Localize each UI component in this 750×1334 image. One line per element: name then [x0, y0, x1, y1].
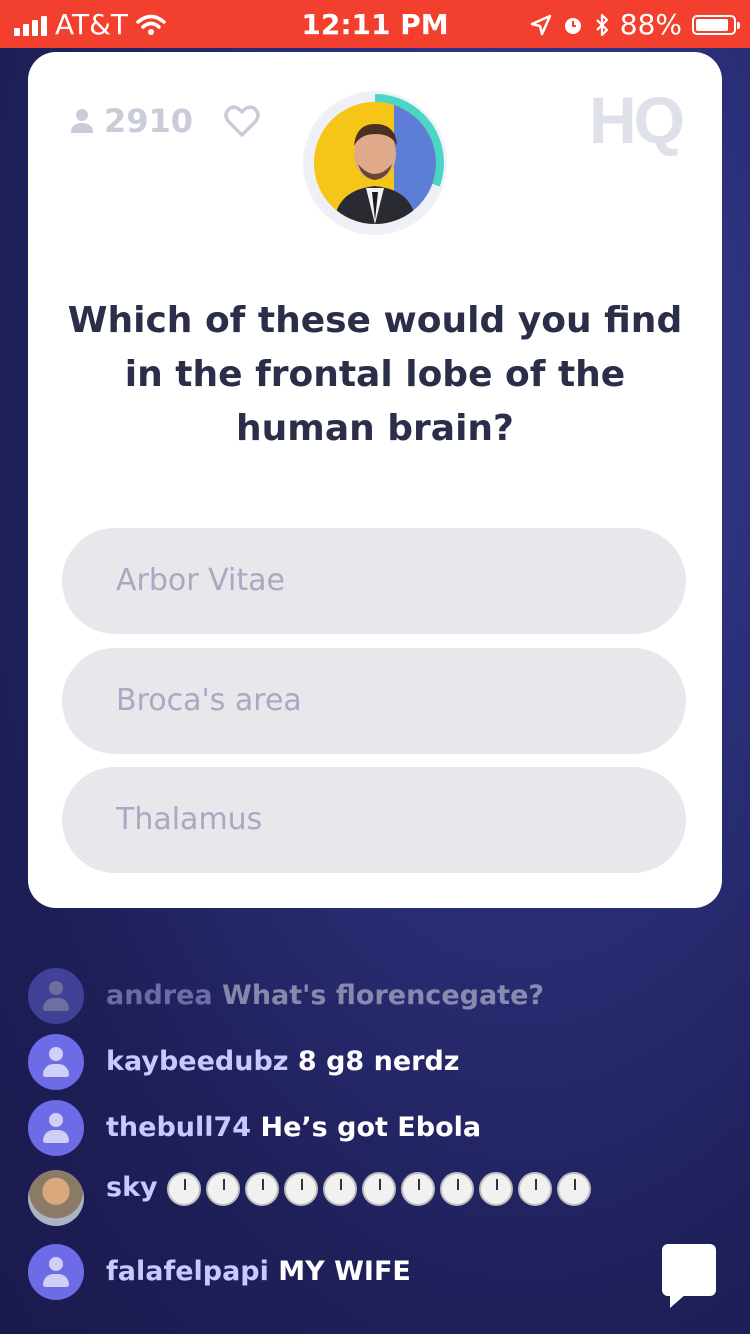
question-text: Which of these would you find in the fro… — [67, 300, 683, 449]
status-bar: AT&T 12:11 PM 88% — [0, 0, 750, 48]
answer-option-1[interactable]: Arbor Vitae — [62, 528, 686, 634]
clock-emoji-icon — [362, 1171, 397, 1206]
viewer-count-label: 2910 — [104, 102, 194, 140]
chat-body: MY WIFE — [278, 1256, 411, 1287]
chat-username: falafelpapi — [106, 1256, 269, 1287]
chat-message-text: andrea What's florencegate? — [106, 978, 544, 1014]
user-avatar — [28, 1100, 84, 1156]
clock-emoji-icon — [440, 1171, 475, 1206]
battery-level — [696, 18, 728, 31]
chat-username: thebull74 — [106, 1112, 252, 1143]
chat-message: sky — [28, 1170, 626, 1226]
clock-emoji-icon — [167, 1171, 202, 1206]
host-avatar — [314, 102, 436, 224]
clock-emoji-icon — [518, 1171, 553, 1206]
user-avatar — [28, 1244, 84, 1300]
battery-icon — [692, 14, 740, 35]
chat-bubble-icon[interactable] — [662, 1244, 716, 1308]
host-avatar-timer — [306, 94, 444, 232]
host-portrait-icon — [314, 102, 436, 224]
chat-username: sky — [106, 1172, 158, 1203]
chat-body: He’s got Ebola — [260, 1112, 482, 1143]
clock-emoji-icon — [557, 1171, 592, 1206]
clock-emoji-icon — [401, 1171, 436, 1206]
chat-body: 8 g8 nerdz — [297, 1046, 460, 1077]
chat-username: kaybeedubz — [106, 1046, 289, 1077]
clock-emoji-icon — [323, 1171, 358, 1206]
clock-emoji-icon — [206, 1171, 241, 1206]
clock-emoji-row — [167, 1171, 596, 1206]
status-right: 88% — [530, 8, 740, 41]
chat-message-text: falafelpapi MY WIFE — [106, 1254, 411, 1290]
clock-emoji-icon — [284, 1171, 319, 1206]
user-photo-avatar — [28, 1170, 84, 1226]
viewer-count: 2910 — [68, 102, 193, 140]
question-card: 2910 HQ Which of these would you find in… — [28, 52, 722, 908]
clock-emoji-icon — [479, 1171, 514, 1206]
user-avatar — [28, 968, 84, 1024]
chat-message: andrea What's florencegate? — [28, 968, 544, 1024]
heart-icon[interactable] — [224, 104, 260, 138]
answer-option-2[interactable]: Broca's area — [62, 648, 686, 754]
answer-option-3[interactable]: Thalamus — [62, 767, 686, 873]
chat-message-text: kaybeedubz 8 g8 nerdz — [106, 1044, 460, 1080]
chat-message-text: sky — [106, 1170, 626, 1206]
battery-percent: 88% — [619, 8, 682, 41]
chat-username: andrea — [106, 980, 213, 1011]
clock-emoji-icon — [245, 1171, 280, 1206]
chat-message: kaybeedubz 8 g8 nerdz — [28, 1034, 460, 1090]
chat-message: falafelpapi MY WIFE — [28, 1244, 411, 1300]
chat-message: thebull74 He’s got Ebola — [28, 1100, 481, 1156]
location-arrow-icon — [530, 14, 552, 35]
chat-body: What's florencegate? — [222, 980, 545, 1011]
hq-logo: HQ — [589, 83, 685, 157]
user-avatar — [28, 1034, 84, 1090]
person-icon — [71, 109, 93, 133]
bluetooth-icon — [595, 13, 608, 36]
chat-message-text: thebull74 He’s got Ebola — [106, 1110, 481, 1146]
alarm-icon — [564, 17, 581, 34]
